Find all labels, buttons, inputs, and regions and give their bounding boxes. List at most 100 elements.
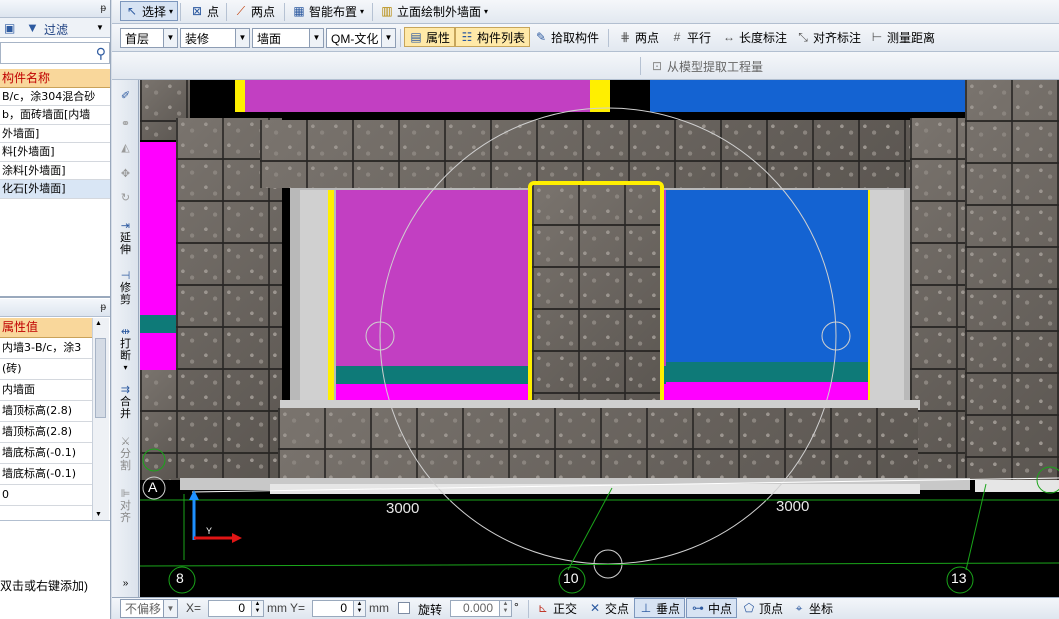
table-row[interactable]: 外墙面] <box>0 125 110 143</box>
component-panel-header: ᵽ <box>0 0 110 18</box>
split-icon: ⚔ <box>120 436 131 448</box>
scroll-up-icon[interactable]: ▲ <box>95 320 102 327</box>
chevron-down-icon: ▼ <box>309 29 323 47</box>
scroll-down-icon[interactable]: ▼ <box>95 511 102 518</box>
property-row[interactable]: 墙顶标高(2.8) <box>0 422 92 443</box>
property-row[interactable]: 内墙3-B/c，涂3 <box>0 338 92 359</box>
floor-select[interactable]: 首层 ▼ <box>120 28 178 48</box>
vertex-icon: ⬠ <box>743 601 755 615</box>
axis-13-label: 13 <box>951 570 967 586</box>
property-row[interactable]: 内墙面 <box>0 380 92 401</box>
spin-icon[interactable]: ▲ ▼ <box>499 601 511 616</box>
property-row[interactable]: 墙底标高(-0.1) <box>0 443 92 464</box>
extract-quantity-button[interactable]: ⊡ 从模型提取工程量 <box>646 56 767 76</box>
spin-icon[interactable]: ▲ ▼ <box>251 601 263 616</box>
cursor-icon: ↖ <box>126 4 138 18</box>
search-input[interactable]: ⚲ <box>0 42 110 64</box>
more-tools-icon[interactable]: » <box>114 578 137 590</box>
spin-icon[interactable]: ▲ ▼ <box>353 601 365 616</box>
smart-layout-button[interactable]: ▦ 智能布置 ▾ <box>288 1 368 21</box>
perpendicular-icon: ⊥ <box>640 601 652 615</box>
property-row[interactable]: 墙底标高(-0.1) <box>0 464 92 485</box>
offset-select[interactable]: 不偏移 ▼ <box>120 599 178 618</box>
break-icon: ⇹ <box>120 326 131 338</box>
parallel-button[interactable]: # 平行 <box>666 27 715 47</box>
grid-layout-icon: ▦ <box>293 4 305 18</box>
component-list-button[interactable]: ☷ 构件列表 <box>455 27 531 47</box>
perpendicular-button[interactable]: ⊥ 垂点 <box>634 598 686 618</box>
aux-two-point-button[interactable]: ⋕ 两点 <box>614 27 663 47</box>
x-label: X= <box>186 601 202 615</box>
extend-tool[interactable]: ⇥ 延伸 <box>114 220 137 256</box>
align-dimension-button[interactable]: ⤡ 对齐标注 <box>792 27 865 47</box>
elevation-wall-button[interactable]: ▥ 立面绘制外墙面 ▾ <box>376 1 492 21</box>
align-tool[interactable]: ⊫ 对齐 <box>114 488 137 524</box>
y-input[interactable]: 0 ▲ ▼ <box>312 600 366 617</box>
break-tool[interactable]: ⇹ 打断 ▾ <box>114 326 137 374</box>
vertex-button[interactable]: ⬠ 顶点 <box>738 598 787 618</box>
chevron-down-icon: ▾ <box>123 363 128 372</box>
toolbar-draw: ↖ 选择 ▾ ⊠ 点 ⟋ 两点 ▦ 智能布置 ▾ ▥ 立面绘制外墙面 ▾ <box>112 0 1059 24</box>
property-row[interactable]: 0 <box>0 485 92 506</box>
x-unit: mm <box>267 601 287 615</box>
category-select[interactable]: 装修 ▼ <box>180 28 250 48</box>
measure-distance-button[interactable]: ⊢ 测量距离 <box>866 27 939 47</box>
filter-dropdown-icon[interactable]: ▼ <box>96 23 104 32</box>
length-dimension-button[interactable]: ↔ 长度标注 <box>718 27 791 47</box>
mirror-icon[interactable]: ◭ <box>114 142 137 154</box>
table-row[interactable]: 涂料[外墙面] <box>0 162 110 180</box>
coordinate-button[interactable]: ⌖ 坐标 <box>788 598 837 618</box>
rotate-input[interactable]: 0.000 ▲ ▼ <box>450 600 512 617</box>
splitter[interactable] <box>0 296 110 298</box>
edit-icon[interactable]: ✐ <box>114 90 137 102</box>
move-icon[interactable]: ✥ <box>114 168 137 180</box>
wall-icon: ▥ <box>381 4 393 18</box>
new-doc-icon[interactable]: ▣ <box>4 21 15 35</box>
rotate-checkbox[interactable] <box>398 602 410 614</box>
pick-component-button[interactable]: ✎ 拾取构件 <box>530 27 603 47</box>
table-row-selected[interactable]: 化石[外墙面] <box>0 180 110 199</box>
status-bar: 不偏移 ▼ X= 0 ▲ ▼ mm Y= 0 ▲ ▼ mm 旋转 0.000 ▲ ▼ ° ⊾ 正… <box>112 597 1059 619</box>
merge-tool[interactable]: ⇉ 合并 <box>114 384 137 420</box>
rotate-icon[interactable]: ↻ <box>114 192 137 204</box>
property-row[interactable]: (砖) <box>0 359 92 380</box>
property-icon: ▤ <box>410 30 422 44</box>
list-icon: ☷ <box>461 30 473 44</box>
scroll-thumb[interactable] <box>95 338 106 418</box>
midpoint-button[interactable]: ⊶ 中点 <box>686 598 738 618</box>
table-row[interactable]: B/c，涂304混合砂 <box>0 88 110 106</box>
select-button[interactable]: ↖ 选择 ▾ <box>120 1 179 21</box>
axis-a-label: A <box>148 479 158 495</box>
property-scrollbar[interactable]: ▲ ▼ <box>92 318 109 520</box>
align-icon: ⊫ <box>120 488 131 500</box>
point-button[interactable]: ⊠ 点 <box>186 1 223 21</box>
pin-icon[interactable]: ᵽ <box>100 3 106 14</box>
table-row[interactable]: b，面砖墙面[内墙 <box>0 106 110 125</box>
split-tool[interactable]: ⚔ 分割 <box>114 436 137 472</box>
search-icon[interactable]: ⚲ <box>96 45 106 62</box>
chevron-down-icon: ▼ <box>163 600 177 617</box>
degree-label: ° <box>514 600 519 614</box>
dimension-left: 3000 <box>386 500 420 517</box>
drawing-viewport[interactable]: A Y 3000 3000 8 10 13 <box>140 80 1059 597</box>
axis-10-label: 10 <box>563 570 579 586</box>
ortho-button[interactable]: ⊾ 正交 <box>532 598 581 618</box>
eyedropper-icon: ✎ <box>535 30 547 44</box>
x-input[interactable]: 0 ▲ ▼ <box>208 600 264 617</box>
filter-button[interactable]: 过滤 <box>44 21 68 38</box>
filter-icon[interactable]: ▼ <box>26 20 39 35</box>
type-select[interactable]: 墙面 ▼ <box>252 28 324 48</box>
aux-line-icon: ⋕ <box>619 30 631 44</box>
table-row[interactable]: 料[外墙面] <box>0 143 110 162</box>
property-button[interactable]: ▤ 属性 <box>404 27 456 47</box>
copy-icon[interactable]: ⚭ <box>114 118 137 130</box>
intersection-button[interactable]: ✕ 交点 <box>584 598 633 618</box>
ortho-icon: ⊾ <box>537 601 549 615</box>
pin-icon[interactable]: ᵽ <box>100 302 106 313</box>
property-row[interactable]: 墙顶标高(2.8) <box>0 401 92 422</box>
component-select[interactable]: QM-文化 ▼ <box>326 28 396 48</box>
toolbar-component: 首层 ▼ 装修 ▼ 墙面 ▼ QM-文化 ▼ ▤ 属性 ☷ 构件列表 ✎ 拾取构件 ⋕ 两点 #… <box>112 24 1059 52</box>
two-point-button[interactable]: ⟋ 两点 <box>230 1 279 21</box>
trim-tool[interactable]: ⊣ 修剪 <box>114 270 137 306</box>
chevron-down-icon: ▾ <box>360 6 365 16</box>
